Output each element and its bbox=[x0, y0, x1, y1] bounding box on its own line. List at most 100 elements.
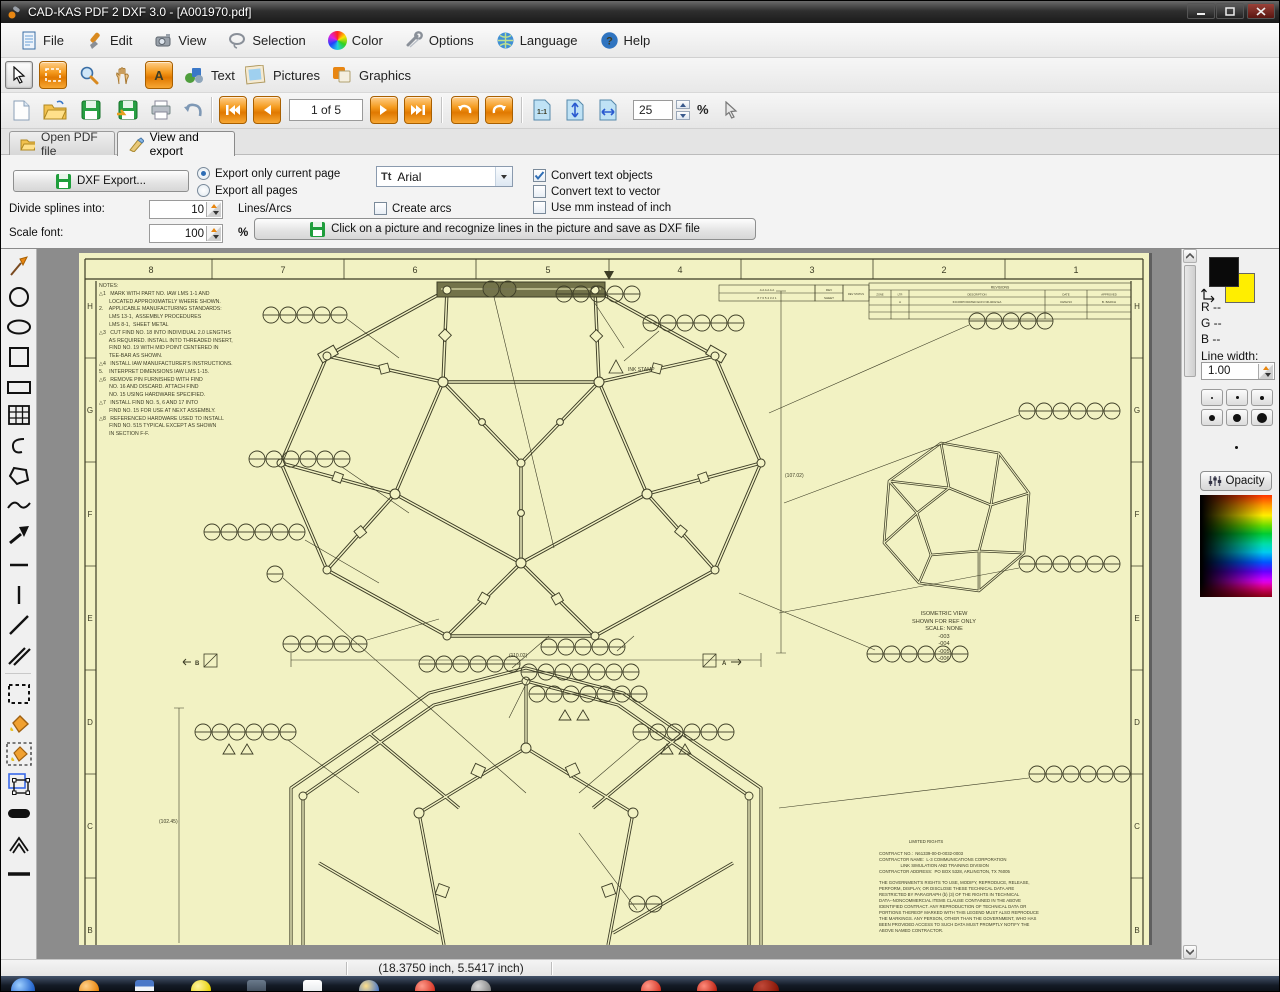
text-insert-tool[interactable]: A bbox=[145, 61, 173, 89]
radio-export-current[interactable]: Export only current page bbox=[197, 167, 340, 180]
menu-edit[interactable]: Edit bbox=[78, 27, 140, 54]
taskbar-app-icon[interactable] bbox=[303, 980, 322, 992]
open-file-button[interactable] bbox=[41, 96, 69, 124]
spinner-control[interactable] bbox=[206, 202, 221, 217]
zoom-down-button[interactable] bbox=[676, 111, 690, 120]
diagonal-line-tool[interactable] bbox=[5, 612, 33, 638]
maximize-button[interactable] bbox=[1216, 3, 1244, 19]
open-curve-tool[interactable] bbox=[5, 433, 33, 459]
divide-splines-input[interactable]: 10 bbox=[149, 200, 223, 219]
transform-selection-tool[interactable] bbox=[5, 771, 33, 797]
dxf-export-button[interactable]: DXF Export... bbox=[13, 170, 189, 192]
taskbar-app-icon[interactable] bbox=[191, 980, 211, 992]
checkbox-convert-vector[interactable]: Convert text to vector bbox=[533, 185, 660, 198]
recognize-lines-button[interactable]: Click on a picture and recognize lines i… bbox=[254, 218, 756, 240]
save-as-button[interactable] bbox=[113, 96, 141, 124]
undo-button[interactable] bbox=[179, 96, 207, 124]
save-button[interactable] bbox=[77, 96, 105, 124]
pen-size-6-button[interactable] bbox=[1251, 409, 1273, 426]
zoom-up-button[interactable] bbox=[676, 100, 690, 109]
previous-page-button[interactable] bbox=[253, 96, 281, 124]
select-rectangle-tool[interactable] bbox=[5, 681, 33, 707]
fill-bucket-tool[interactable] bbox=[5, 711, 33, 737]
pictures-mode-button[interactable]: Pictures bbox=[245, 61, 320, 89]
start-orb[interactable] bbox=[11, 978, 35, 992]
filled-rounded-rect-tool[interactable] bbox=[5, 801, 33, 827]
circle-tool[interactable] bbox=[5, 284, 33, 310]
tab-view-export[interactable]: View and export bbox=[117, 131, 235, 156]
freehand-curve-tool[interactable] bbox=[5, 492, 33, 518]
tab-open-pdf[interactable]: Open PDF file bbox=[9, 131, 115, 155]
polygon-tool[interactable] bbox=[5, 463, 33, 489]
menu-selection[interactable]: Selection bbox=[220, 27, 313, 54]
parallel-lines-tool[interactable] bbox=[5, 642, 33, 668]
text-mode-button[interactable]: Text bbox=[183, 61, 235, 89]
new-file-button[interactable] bbox=[7, 96, 35, 124]
zoom-tool[interactable] bbox=[75, 61, 103, 89]
spinner-control[interactable] bbox=[206, 226, 221, 241]
taskbar-app-icon[interactable] bbox=[135, 980, 154, 992]
checkbox-use-mm[interactable]: Use mm instead of inch bbox=[533, 201, 671, 214]
menu-view[interactable]: View bbox=[146, 27, 214, 54]
spinner-control[interactable] bbox=[1258, 364, 1273, 379]
graphics-mode-button[interactable]: Graphics bbox=[331, 61, 411, 89]
first-page-button[interactable] bbox=[219, 96, 247, 124]
vertical-scroll-thumb[interactable] bbox=[1184, 265, 1196, 377]
taskbar-app-icon[interactable] bbox=[697, 980, 717, 992]
taskbar-app-icon[interactable] bbox=[247, 980, 266, 992]
rotate-right-button[interactable] bbox=[485, 96, 513, 124]
font-select[interactable]: Arial bbox=[376, 166, 513, 187]
checkbox-create-arcs[interactable]: Create arcs bbox=[374, 202, 451, 215]
next-page-button[interactable] bbox=[370, 96, 398, 124]
scroll-down-arrow[interactable] bbox=[1183, 945, 1197, 959]
line-width-input[interactable]: 1.00 bbox=[1201, 362, 1275, 380]
vertical-line-tool[interactable] bbox=[5, 582, 33, 608]
select-region-tool[interactable] bbox=[39, 61, 67, 89]
taskbar-app-icon[interactable] bbox=[641, 980, 661, 992]
opacity-button[interactable]: Opacity bbox=[1200, 471, 1272, 491]
menu-options[interactable]: Options bbox=[397, 27, 482, 54]
last-page-button[interactable] bbox=[404, 96, 432, 124]
menu-color[interactable]: Color bbox=[320, 27, 391, 54]
zoom-actual-size-button[interactable]: 1:1 bbox=[529, 96, 555, 124]
minimize-button[interactable] bbox=[1187, 3, 1215, 19]
rotate-left-button[interactable] bbox=[451, 96, 479, 124]
pointer-mode-button[interactable] bbox=[717, 96, 745, 124]
page-indicator[interactable]: 1 of 5 bbox=[289, 99, 363, 121]
ellipse-tool[interactable] bbox=[5, 314, 33, 340]
fill-selection-tool[interactable] bbox=[5, 741, 33, 767]
close-button[interactable] bbox=[1247, 3, 1275, 19]
fit-width-button[interactable] bbox=[595, 96, 621, 124]
table-grid-tool[interactable] bbox=[5, 402, 33, 428]
color-picker-gradient[interactable] bbox=[1200, 495, 1272, 597]
document-canvas[interactable]: 87 65 43 21 HG FE DC B HG FE DC B bbox=[37, 249, 1181, 945]
thick-line-tool[interactable] bbox=[5, 861, 33, 887]
pen-size-4-button[interactable] bbox=[1201, 409, 1223, 426]
pen-size-1-button[interactable] bbox=[1201, 389, 1223, 406]
scale-font-input[interactable]: 100 bbox=[149, 224, 223, 243]
pan-hand-tool[interactable] bbox=[109, 61, 137, 89]
taskbar-app-icon[interactable] bbox=[753, 980, 779, 992]
select-cursor-tool[interactable] bbox=[5, 61, 33, 89]
foreground-color-swatch[interactable] bbox=[1209, 257, 1239, 287]
menu-file[interactable]: File bbox=[11, 27, 72, 54]
taskbar-app-icon[interactable] bbox=[359, 980, 379, 992]
square-tool[interactable] bbox=[5, 344, 33, 370]
print-button[interactable] bbox=[147, 96, 175, 124]
menu-help[interactable]: ? Help bbox=[592, 27, 659, 54]
zoom-level-input[interactable]: 25 bbox=[633, 100, 673, 120]
pen-size-2-button[interactable] bbox=[1226, 389, 1248, 406]
taskbar-app-icon[interactable] bbox=[471, 980, 491, 992]
pen-size-5-button[interactable] bbox=[1226, 409, 1248, 426]
scroll-up-arrow[interactable] bbox=[1183, 249, 1197, 263]
arrow-tool[interactable] bbox=[5, 522, 33, 548]
double-chevron-tool[interactable] bbox=[5, 831, 33, 857]
zoom-spinner[interactable] bbox=[676, 100, 690, 120]
fit-height-button[interactable] bbox=[562, 96, 588, 124]
pen-size-3-button[interactable] bbox=[1251, 389, 1273, 406]
vertical-scrollbar[interactable] bbox=[1181, 249, 1197, 959]
paintbrush-tool[interactable] bbox=[5, 254, 33, 280]
taskbar-app-icon[interactable] bbox=[79, 980, 99, 992]
taskbar-app-icon[interactable] bbox=[415, 980, 435, 992]
checkbox-convert-text[interactable]: Convert text objects bbox=[533, 169, 653, 182]
